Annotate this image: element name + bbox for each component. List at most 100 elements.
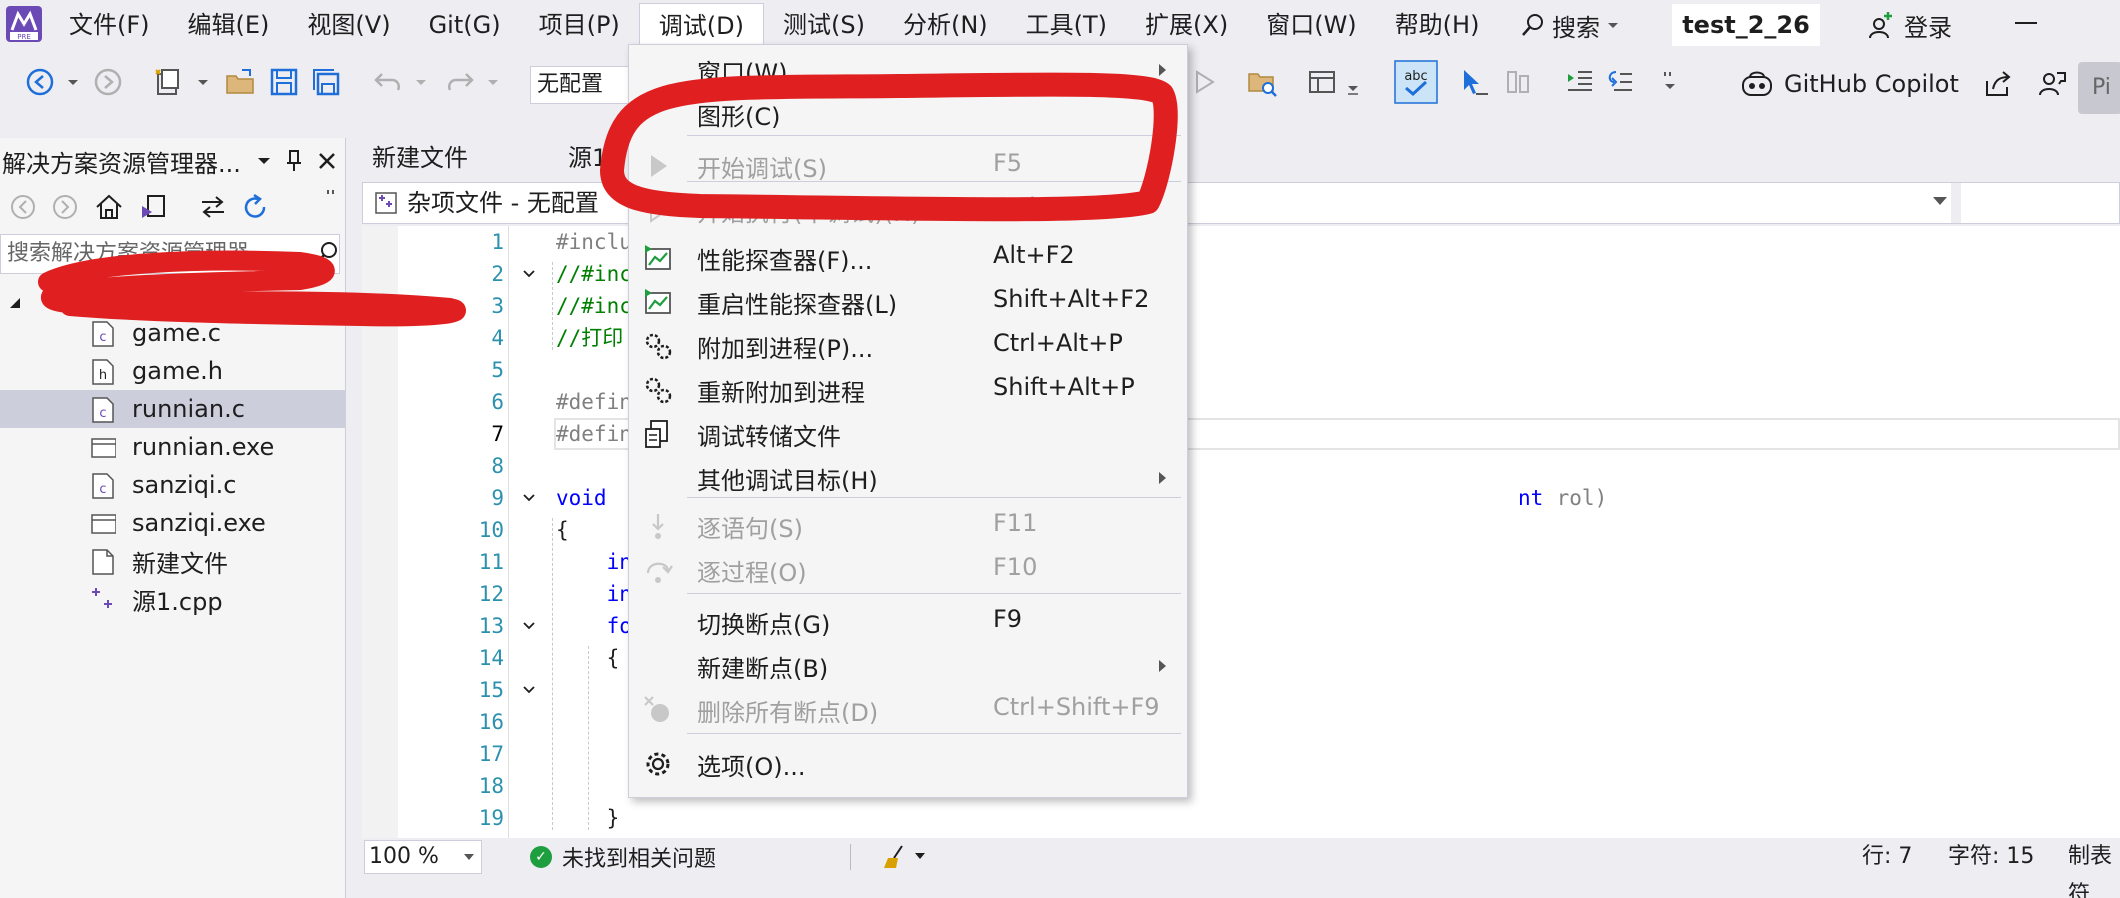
- blank-file-icon: [92, 549, 114, 575]
- feedback-icon[interactable]: [2037, 69, 2067, 99]
- redo-icon[interactable]: [444, 66, 476, 98]
- menu-item-1[interactable]: 编辑(E): [169, 3, 289, 47]
- debug-menu-item[interactable]: 其他调试目标(H): [629, 461, 1187, 495]
- toolbar-overflow-icon[interactable]: [1662, 66, 1678, 98]
- debug-menu-item[interactable]: 窗口(W): [629, 53, 1187, 87]
- debug-menu-item[interactable]: 性能探查器(F)... Alt+F2: [629, 241, 1187, 275]
- fold-chevron-icon[interactable]: [522, 683, 536, 697]
- close-icon[interactable]: [317, 151, 337, 171]
- menu-item-9[interactable]: 扩展(X): [1126, 3, 1247, 47]
- tab-new-file[interactable]: 新建文件: [364, 138, 468, 178]
- start-debug-play-icon[interactable]: [1188, 66, 1220, 98]
- chevron-down-icon[interactable]: [66, 66, 80, 98]
- tab-source1[interactable]: 源1: [560, 138, 607, 178]
- refresh-icon[interactable]: [240, 192, 270, 222]
- login-button[interactable]: 登录: [1866, 0, 1952, 50]
- tree-item[interactable]: c sanziqi.c: [0, 466, 346, 504]
- github-copilot-button[interactable]: GitHub Copilot: [1740, 52, 2067, 116]
- debug-menu-item[interactable]: 逐过程(O) F10: [629, 553, 1187, 587]
- menu-item-7[interactable]: 分析(N): [884, 3, 1007, 47]
- debug-menu-item[interactable]: 新建断点(B): [629, 649, 1187, 683]
- tree-item[interactable]: h game.h: [0, 352, 346, 390]
- open-folder-icon[interactable]: [224, 66, 256, 98]
- search-box[interactable]: 搜索: [1520, 0, 1620, 50]
- new-project-icon[interactable]: [152, 66, 184, 98]
- pin-icon[interactable]: [285, 149, 303, 173]
- chevron-down-icon[interactable]: [486, 66, 500, 98]
- outdent-icon[interactable]: [1604, 66, 1636, 98]
- debug-menu-item[interactable]: 附加到进程(P)... Ctrl+Alt+P: [629, 329, 1187, 363]
- menu-item-8[interactable]: 工具(T): [1007, 3, 1126, 47]
- tree-expanded-icon[interactable]: [8, 296, 22, 310]
- profiler-icon: [645, 245, 671, 270]
- menu-item-10[interactable]: 窗口(W): [1247, 3, 1375, 47]
- cursor-select-icon[interactable]: [1458, 66, 1490, 98]
- navigate-forward-icon[interactable]: [92, 66, 124, 98]
- menu-item-6[interactable]: 测试(S): [764, 3, 884, 47]
- tree-item[interactable]: runnian.exe: [0, 428, 346, 466]
- navigate-back-icon[interactable]: [24, 66, 56, 98]
- indent-icon[interactable]: [1564, 66, 1596, 98]
- window-layout-icon[interactable]: [1306, 66, 1338, 98]
- project-scope-dropdown[interactable]: 杂项文件 - 无配置: [373, 183, 599, 223]
- debug-menu-item[interactable]: 选项(O)...: [629, 747, 1187, 781]
- toolbar-overflow-icon[interactable]: [326, 188, 340, 200]
- menu-item-4[interactable]: 项目(P): [520, 3, 639, 47]
- preview-badge[interactable]: Pi: [2078, 62, 2120, 114]
- debug-menu-item[interactable]: 切换断点(G) F9: [629, 605, 1187, 639]
- code-cleanup-broom-icon[interactable]: [882, 844, 910, 870]
- tree-item[interactable]: 新建文件: [0, 542, 346, 580]
- switch-views-icon[interactable]: [138, 192, 168, 222]
- tree-item[interactable]: sanziqi.exe: [0, 504, 346, 542]
- home-icon[interactable]: [94, 192, 124, 222]
- fold-chevron-icon[interactable]: [522, 619, 536, 633]
- debug-menu-item-label: 选项(O)...: [697, 753, 806, 781]
- debug-menu-item[interactable]: 图形(C): [629, 97, 1187, 131]
- debug-menu-item[interactable]: 删除所有断点(D) Ctrl+Shift+F9: [629, 693, 1187, 727]
- menu-item-0[interactable]: 文件(F): [50, 3, 169, 47]
- fold-chevron-icon[interactable]: [522, 267, 536, 281]
- fold-chevron-icon[interactable]: [522, 491, 536, 505]
- chevron-down-icon[interactable]: [257, 156, 271, 166]
- back-icon[interactable]: [8, 192, 38, 222]
- tree-item[interactable]: 源1.cpp: [0, 580, 346, 618]
- tree-item[interactable]: c runnian.c: [0, 390, 346, 428]
- forward-icon[interactable]: [50, 192, 80, 222]
- menu-item-2[interactable]: 视图(V): [288, 3, 409, 47]
- format-document-icon[interactable]: [1502, 66, 1534, 98]
- chevron-down-icon[interactable]: [196, 66, 210, 98]
- undo-icon[interactable]: [372, 66, 404, 98]
- line-number[interactable]: 行: 7: [1862, 838, 1912, 876]
- debug-menu-item[interactable]: 重启性能探查器(L) Shift+Alt+F2: [629, 285, 1187, 319]
- issues-indicator[interactable]: ✓ 未找到相关问题: [530, 838, 716, 876]
- spell-check-icon[interactable]: abc: [1394, 60, 1438, 104]
- debug-menu-item[interactable]: 调试转储文件: [629, 417, 1187, 451]
- configuration-dropdown[interactable]: 无配置: [530, 66, 630, 104]
- save-icon[interactable]: [268, 66, 300, 98]
- debug-menu-item[interactable]: 重新附加到进程 Shift+Alt+P: [629, 373, 1187, 407]
- minimize-button[interactable]: [2015, 22, 2037, 24]
- chevron-down-icon[interactable]: [914, 852, 926, 860]
- tab-mode[interactable]: 制表符: [2068, 838, 2120, 898]
- share-icon[interactable]: [1983, 69, 2013, 99]
- menu-item-11[interactable]: 帮助(H): [1376, 3, 1499, 47]
- solution-search-input[interactable]: 搜索解决方案资源管理器: [0, 234, 340, 274]
- char-number[interactable]: 字符: 15: [1948, 838, 2034, 876]
- exe-file-icon: [91, 514, 116, 534]
- misc-files-icon: [375, 192, 397, 214]
- debug-menu-item-shortcut: Shift+Alt+P: [993, 373, 1135, 401]
- menu-item-3[interactable]: Git(G): [410, 3, 520, 47]
- menu-item-5[interactable]: 调试(D): [638, 3, 764, 47]
- debug-menu-item[interactable]: 逐语句(S) F11: [629, 509, 1187, 543]
- chevron-down-icon[interactable]: [1346, 66, 1360, 98]
- debug-menu-item[interactable]: 开始执行(不调试)(H) Ctrl+F5: [629, 193, 1187, 227]
- tree-item[interactable]: c game.c: [0, 314, 346, 352]
- chevron-down-icon[interactable]: [414, 66, 428, 98]
- sync-with-document-icon[interactable]: [198, 192, 228, 222]
- debug-menu-item[interactable]: 开始调试(S) F5: [629, 149, 1187, 183]
- member-dropdown-arrow[interactable]: [1933, 197, 1947, 205]
- save-all-icon[interactable]: [310, 66, 342, 98]
- folder-search-icon[interactable]: [1246, 66, 1278, 98]
- zoom-dropdown[interactable]: 100 %: [364, 840, 482, 874]
- code-editor[interactable]: 1 #inclu 2 //#inc 3 //#inc 4 //打印 5 6 #defin 7 #defi…: [362, 226, 2120, 838]
